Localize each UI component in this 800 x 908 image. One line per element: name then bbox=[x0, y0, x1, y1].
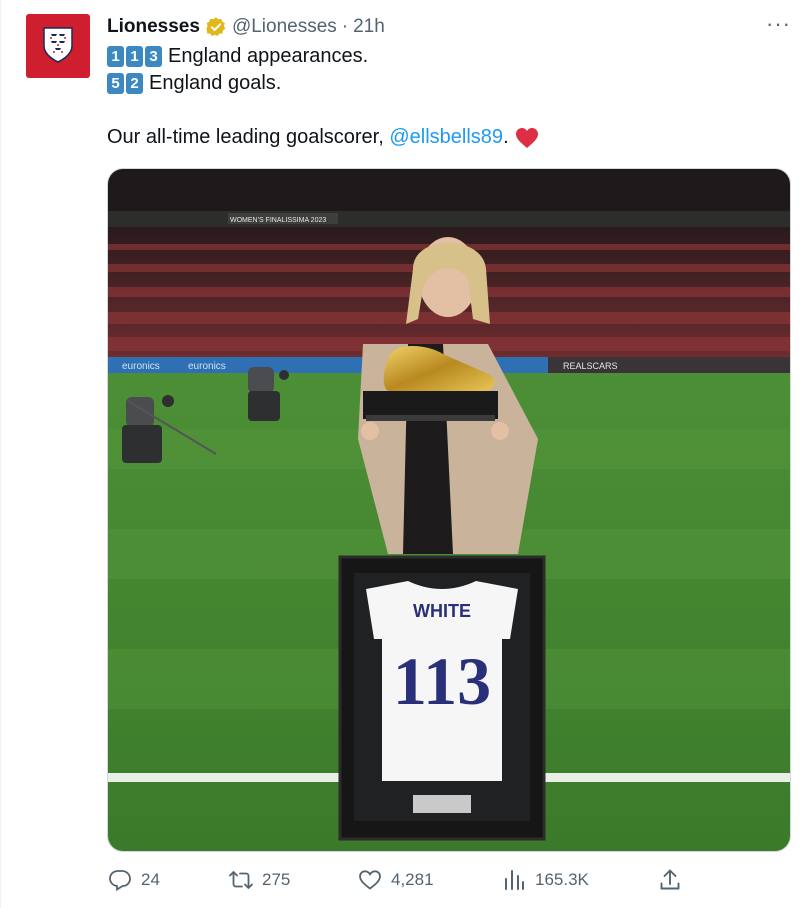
tweet-header: Lionesses @Lionesses · 21h bbox=[107, 14, 385, 40]
like-count: 4,281 bbox=[391, 870, 434, 889]
reply-count: 24 bbox=[141, 870, 160, 889]
reply-button[interactable]: 24 bbox=[108, 868, 160, 892]
view-count: 165.3K bbox=[535, 870, 589, 889]
heart-icon bbox=[359, 870, 381, 890]
reply-icon bbox=[109, 870, 131, 892]
retweet-icon bbox=[229, 871, 253, 889]
keycap-digit: 2 bbox=[126, 73, 143, 94]
keycap-digit: 3 bbox=[145, 46, 162, 67]
framed-jersey: WHITE 113 bbox=[338, 555, 546, 841]
retweet-count: 275 bbox=[262, 870, 291, 889]
like-button[interactable]: 4,281 bbox=[358, 868, 434, 892]
ad-board-text: REALSCARS bbox=[563, 361, 618, 371]
author-name[interactable]: Lionesses bbox=[107, 16, 200, 38]
tweet-text: England goals. bbox=[149, 72, 282, 94]
views-button[interactable]: 165.3K bbox=[502, 868, 589, 892]
ad-board-text: euronics bbox=[122, 361, 160, 372]
tweet-actions: 24 275 4,281 165.3K bbox=[1, 868, 800, 898]
tweet[interactable]: Lionesses @Lionesses · 21h ··· 1 1 3 Eng… bbox=[0, 0, 800, 908]
tweet-line-2: 5 2 England goals. bbox=[107, 70, 281, 97]
share-icon bbox=[660, 869, 680, 890]
stadium-board-text: WOMEN'S FINALISSIMA 2023 bbox=[230, 217, 326, 224]
keycap-digit: 1 bbox=[126, 46, 143, 67]
jersey-number: 113 bbox=[393, 643, 491, 719]
avatar[interactable] bbox=[26, 14, 90, 78]
gold-verified-icon[interactable] bbox=[205, 16, 227, 38]
more-options-icon[interactable]: ··· bbox=[766, 13, 791, 35]
red-heart-icon bbox=[515, 127, 538, 148]
share-button[interactable] bbox=[658, 868, 682, 892]
stadium-photo: WOMEN'S FINALISSIMA 2023 euronics euroni… bbox=[108, 169, 790, 851]
tweet-text: England appearances. bbox=[168, 45, 369, 67]
england-crest-icon bbox=[43, 27, 73, 63]
author-handle[interactable]: @Lionesses bbox=[232, 16, 337, 38]
tweet-photo[interactable]: WOMEN'S FINALISSIMA 2023 euronics euroni… bbox=[107, 168, 791, 852]
views-chart-icon bbox=[505, 870, 524, 890]
tweet-line-1: 1 1 3 England appearances. bbox=[107, 43, 368, 70]
mention-link[interactable]: @ellsbells89 bbox=[389, 124, 503, 151]
retweet-button[interactable]: 275 bbox=[229, 868, 290, 892]
tweet-text: Our all-time leading goalscorer, bbox=[107, 126, 390, 148]
timestamp[interactable]: 21h bbox=[353, 16, 385, 38]
keycap-digit: 1 bbox=[107, 46, 124, 67]
tweet-text-suffix: . bbox=[503, 126, 509, 148]
separator-dot: · bbox=[341, 16, 349, 37]
jersey-name: WHITE bbox=[413, 601, 471, 621]
tweet-line-3: Our all-time leading goalscorer, @ellsbe… bbox=[107, 124, 539, 151]
keycap-digit: 5 bbox=[107, 73, 124, 94]
ad-board-text: euronics bbox=[188, 361, 226, 372]
